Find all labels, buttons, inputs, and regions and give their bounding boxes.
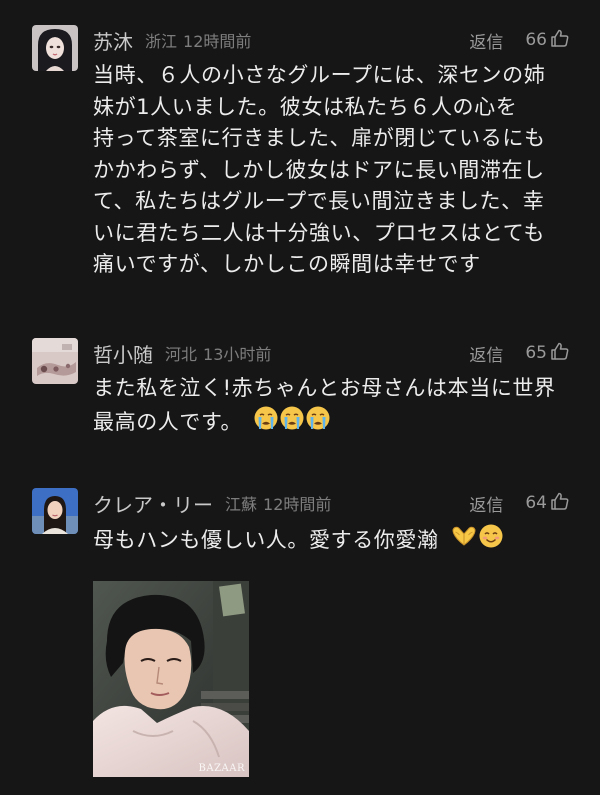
avatar[interactable]: [32, 488, 78, 534]
comment-meta: 哲小随 河北 13小时前: [93, 338, 271, 368]
emoji-group: [450, 523, 504, 559]
reply-button[interactable]: 返信: [469, 491, 503, 516]
comment-text-line: また私を泣く!赤ちゃんとお母さんは本当に世界: [93, 376, 556, 400]
like-count: 66: [525, 30, 547, 50]
comment-text: 母もハンも優しい人。愛する你愛瀚: [93, 523, 573, 559]
location: 浙江: [145, 32, 178, 51]
comment-text-line: て、私たちはグループで長い間泣きました、幸: [93, 189, 545, 213]
avatar[interactable]: [32, 338, 78, 384]
username[interactable]: クレア・リー: [93, 489, 213, 518]
comment-actions: 返信 64: [469, 488, 570, 518]
comment-text-line: かかわらず、しかし彼女はドアに長い間滞在し: [93, 157, 545, 182]
comment-text-line: 痛いですが、しかしこの瞬間は幸せです: [93, 252, 481, 276]
comment-text-fragment: 母もハンも優しい人。愛する你愛瀚: [93, 527, 439, 552]
comment-actions: 返信 65: [469, 338, 570, 368]
location: 江蘇: [225, 495, 258, 514]
thumbs-up-icon: [550, 341, 570, 365]
heart-hands-icon: [450, 523, 478, 559]
reply-button[interactable]: 返信: [469, 28, 503, 53]
smiling-face-icon: [478, 523, 504, 559]
crying-face-icon: [279, 405, 305, 441]
like-count: 65: [525, 343, 547, 363]
comment-actions: 返信 66: [469, 25, 570, 55]
like-button[interactable]: 64: [525, 491, 570, 515]
reply-button[interactable]: 返信: [469, 341, 503, 366]
username[interactable]: 苏沐: [93, 26, 133, 55]
timestamp: 12時間前: [263, 495, 332, 514]
crying-face-icon: [253, 405, 279, 441]
crying-face-icon: [305, 405, 331, 441]
photo-watermark: BAZAAR: [198, 763, 245, 774]
like-count: 64: [525, 493, 547, 513]
emoji-group: [253, 405, 331, 441]
comment-text-fragment: 最高の人です。: [93, 409, 243, 434]
comment-text-line: 妹が1人いました。彼女は私たち６人の心を: [93, 94, 518, 119]
comment-text-line: 母もハンも優しい人。愛する你愛瀚: [93, 523, 573, 559]
timestamp: 13小时前: [203, 345, 272, 364]
username[interactable]: 哲小随: [93, 339, 153, 368]
thumbs-up-icon: [550, 491, 570, 515]
like-button[interactable]: 66: [525, 28, 570, 52]
comment-text: また私を泣く!赤ちゃんとお母さんは本当に世界 最高の人です。: [93, 373, 573, 440]
avatar[interactable]: [32, 25, 78, 71]
timestamp: 12時間前: [183, 32, 252, 51]
comment-text-line: 最高の人です。: [93, 405, 573, 441]
comment-text-line: いに君たち二人は十分強い、プロセスはとても: [93, 220, 545, 245]
location: 河北: [165, 345, 198, 364]
comment-text: 当時、６人の小さなグループには、深センの姉 妹が1人いました。彼女は私たち６人の…: [93, 60, 573, 281]
comment-photo[interactable]: BAZAAR: [93, 581, 249, 777]
comment-meta: クレア・リー 江蘇 12時間前: [93, 488, 331, 518]
comment-text-line: 当時、６人の小さなグループには、深センの姉: [93, 63, 546, 87]
comment-meta: 苏沐 浙江 12時間前: [93, 25, 251, 55]
like-button[interactable]: 65: [525, 341, 570, 365]
thumbs-up-icon: [550, 28, 570, 52]
comment-text-line: 持って茶室に行きました、扉が閉じているにも: [93, 126, 546, 150]
